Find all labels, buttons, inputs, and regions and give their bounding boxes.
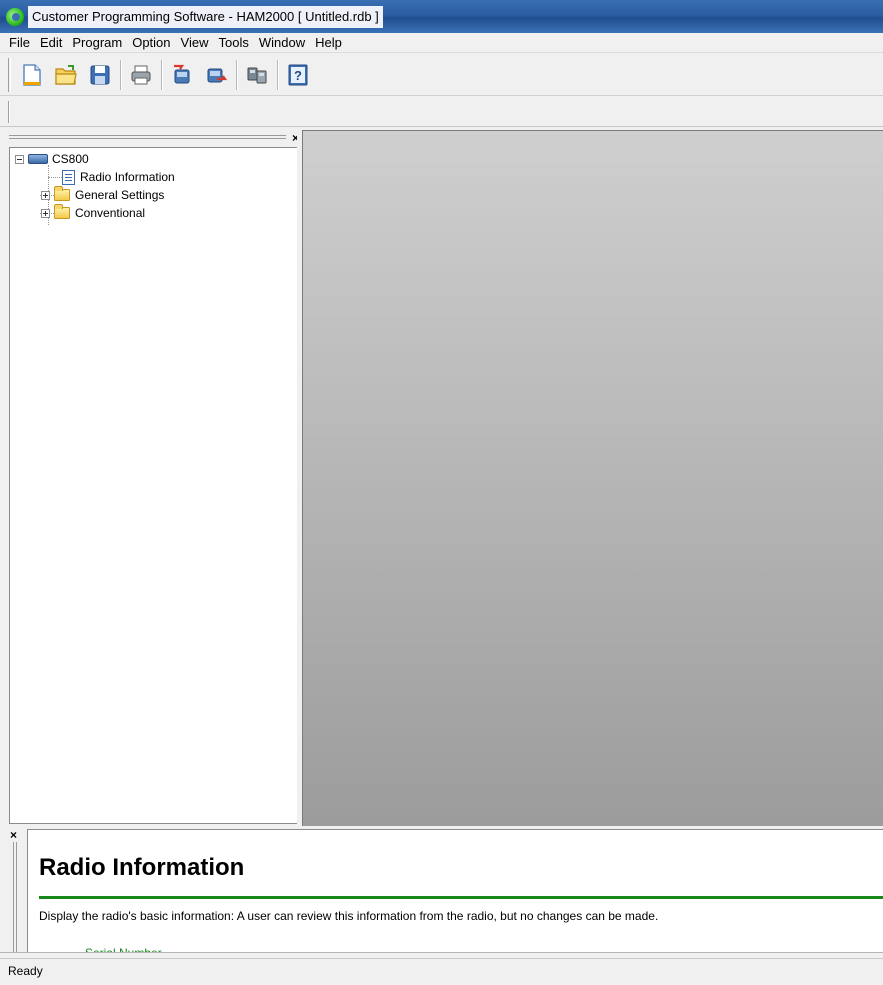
window-title: Customer Programming Software - HAM2000 … bbox=[28, 5, 383, 28]
tree-node-cs800[interactable]: CS800 bbox=[15, 150, 89, 168]
grip-line bbox=[9, 135, 286, 136]
navigation-panel: × CS800 Radio Information General Settin… bbox=[7, 130, 302, 826]
help-button[interactable]: ? bbox=[281, 58, 315, 92]
status-bar: Ready bbox=[0, 958, 883, 985]
toolbar-grip[interactable] bbox=[8, 57, 11, 92]
help-icon: ? bbox=[288, 64, 308, 85]
help-description: Display the radio's basic information: A… bbox=[39, 909, 659, 923]
write-radio-button[interactable] bbox=[199, 58, 233, 92]
collapse-icon[interactable] bbox=[15, 154, 24, 164]
close-icon[interactable]: × bbox=[10, 828, 17, 842]
expand-icon[interactable] bbox=[41, 190, 50, 200]
panel-header[interactable]: × bbox=[7, 130, 302, 146]
folder-icon bbox=[54, 186, 70, 201]
menu-window[interactable]: Window bbox=[254, 33, 310, 53]
help-content: Radio Information Display the radio's ba… bbox=[27, 829, 883, 954]
tree-node-label: Radio Information bbox=[80, 170, 175, 184]
mdi-workspace bbox=[302, 130, 883, 826]
radio-icon bbox=[28, 154, 48, 164]
help-title: Radio Information bbox=[39, 854, 245, 881]
tree-node-label: Conventional bbox=[75, 206, 146, 220]
clone-radio-icon bbox=[247, 67, 267, 83]
folder-icon bbox=[54, 204, 70, 219]
read-radio-button[interactable] bbox=[165, 58, 199, 92]
tree-node-general-settings[interactable]: General Settings bbox=[41, 186, 164, 204]
expand-icon[interactable] bbox=[41, 208, 50, 218]
new-file-icon bbox=[23, 63, 41, 86]
menu-option[interactable]: Option bbox=[127, 33, 175, 53]
clone-button[interactable] bbox=[240, 58, 274, 92]
grip-line[interactable] bbox=[13, 842, 14, 954]
title-bar: Customer Programming Software - HAM2000 … bbox=[0, 0, 883, 33]
tree-node-conventional[interactable]: Conventional bbox=[41, 204, 145, 222]
tree-node-radio-information[interactable]: Radio Information bbox=[62, 168, 175, 186]
save-button[interactable] bbox=[83, 58, 117, 92]
open-folder-icon bbox=[55, 64, 77, 85]
svg-text:?: ? bbox=[294, 68, 302, 83]
menu-view[interactable]: View bbox=[176, 33, 214, 53]
tree-connector bbox=[48, 177, 62, 178]
help-panel: × Radio Information Display the radio's … bbox=[0, 826, 883, 956]
print-button[interactable] bbox=[124, 58, 158, 92]
cps-logo-icon bbox=[6, 7, 24, 26]
toolbar-separator bbox=[161, 59, 162, 90]
menu-edit[interactable]: Edit bbox=[35, 33, 67, 53]
status-text: Ready bbox=[8, 964, 43, 978]
menu-file[interactable]: File bbox=[4, 33, 35, 53]
menu-program[interactable]: Program bbox=[67, 33, 127, 53]
menu-tools[interactable]: Tools bbox=[213, 33, 253, 53]
toolbar-grip[interactable] bbox=[8, 101, 10, 123]
main-toolbar: ? bbox=[0, 54, 883, 96]
new-file-button[interactable] bbox=[15, 58, 49, 92]
secondary-toolbar bbox=[0, 97, 883, 127]
toolbar-separator bbox=[120, 59, 121, 90]
document-icon bbox=[62, 169, 75, 185]
tree-node-label: CS800 bbox=[52, 152, 89, 166]
toolbar-separator bbox=[277, 59, 278, 90]
menu-help[interactable]: Help bbox=[310, 33, 347, 53]
toolbar-separator bbox=[236, 59, 237, 90]
tree-view[interactable]: CS800 Radio Information General Settings… bbox=[9, 147, 300, 824]
tree-node-label: General Settings bbox=[75, 188, 165, 202]
save-disk-icon bbox=[90, 65, 110, 84]
grip-line[interactable] bbox=[16, 842, 17, 954]
help-divider bbox=[39, 896, 883, 899]
read-from-radio-icon bbox=[174, 64, 190, 83]
print-icon bbox=[131, 65, 151, 84]
write-to-radio-icon bbox=[207, 68, 228, 82]
menu-bar: File Edit Program Option View Tools Wind… bbox=[0, 33, 883, 53]
grip-line bbox=[9, 138, 286, 139]
open-button[interactable] bbox=[49, 58, 83, 92]
